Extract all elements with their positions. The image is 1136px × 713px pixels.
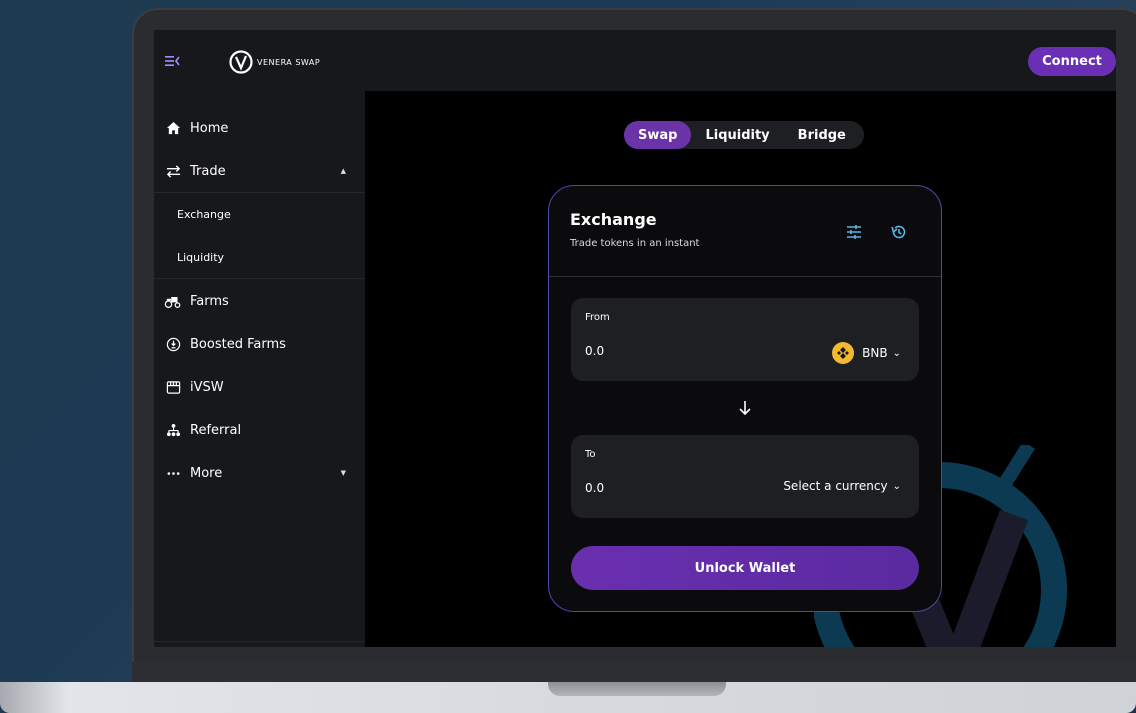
to-token-select[interactable]: Select a currency ⌄ [783,479,901,493]
sidebar-item-home[interactable]: Home [164,115,354,141]
sidebar-item-label: Farms [190,293,229,309]
sidebar-subitem-exchange[interactable]: Exchange [177,208,231,221]
divider [154,192,365,193]
tab-bridge[interactable]: Bridge [784,121,860,149]
chevron-down-icon: ▼ [340,469,346,477]
arrow-down-icon[interactable] [736,399,754,417]
sidebar-subitem-liquidity[interactable]: Liquidity [177,251,224,264]
to-amount-input[interactable] [585,481,735,495]
tab-liquidity[interactable]: Liquidity [691,121,783,149]
sidebar: Home Trade ▲ Exchange Liquidity Farms Bo… [154,91,365,647]
sidebar-item-label: Trade [190,163,226,179]
sidebar-item-more[interactable]: More ▼ [164,460,354,486]
home-icon [164,119,182,137]
top-bar: VENERA SWAP Connect [154,30,1116,91]
to-field: To Select a currency ⌄ [571,435,919,518]
divider [154,278,365,279]
laptop-notch [548,682,726,696]
app-screen: VENERA SWAP Connect Home Trade ▲ Exchang… [154,30,1116,647]
chevron-down-icon: ⌄ [892,347,901,359]
from-token-label: BNB [862,346,888,360]
from-field: From BNB ⌄ [571,298,919,381]
divider [154,641,365,642]
connect-button[interactable]: Connect [1028,47,1116,76]
sidebar-item-referral[interactable]: Referral [164,417,354,443]
sidebar-item-farms[interactable]: Farms [164,288,354,314]
from-label: From [585,312,610,323]
to-token-label: Select a currency [783,479,888,493]
logo-text: VENERA SWAP [257,57,321,67]
logo[interactable]: VENERA SWAP [228,49,320,75]
exchange-card: Exchange Trade tokens in an instant From… [548,185,942,612]
more-icon [164,464,182,482]
divider [549,276,941,277]
settings-tune-icon[interactable] [846,224,862,240]
venera-logo-icon [229,50,253,74]
referral-icon [164,421,182,439]
sidebar-item-label: More [190,465,223,481]
laptop-hinge [132,662,1136,682]
store-icon [164,378,182,396]
sidebar-item-boosted-farms[interactable]: Boosted Farms [164,331,354,357]
card-title: Exchange [570,210,657,229]
tab-swap[interactable]: Swap [624,121,692,149]
chevron-down-icon: ⌄ [892,480,901,492]
to-label: To [585,449,596,460]
trade-icon [164,162,182,180]
sidebar-item-label: Home [190,120,229,136]
bnb-icon [832,342,855,364]
sidebar-item-ivsw[interactable]: iVSW [164,374,354,400]
menu-collapse-icon[interactable] [164,52,182,70]
sidebar-item-trade[interactable]: Trade ▲ [164,158,354,184]
unlock-wallet-button[interactable]: Unlock Wallet [571,546,919,590]
swap-tabs: Swap Liquidity Bridge [624,121,864,149]
sidebar-item-label: Referral [190,422,242,438]
card-subtitle: Trade tokens in an instant [570,238,700,249]
from-token-select[interactable]: BNB ⌄ [832,342,901,364]
sidebar-item-label: iVSW [190,379,224,395]
tractor-icon [164,292,182,310]
from-amount-input[interactable] [585,344,735,358]
chevron-up-icon: ▲ [340,167,346,175]
boosted-icon [164,335,182,353]
history-icon[interactable] [890,223,908,241]
sidebar-item-label: Boosted Farms [190,336,286,352]
